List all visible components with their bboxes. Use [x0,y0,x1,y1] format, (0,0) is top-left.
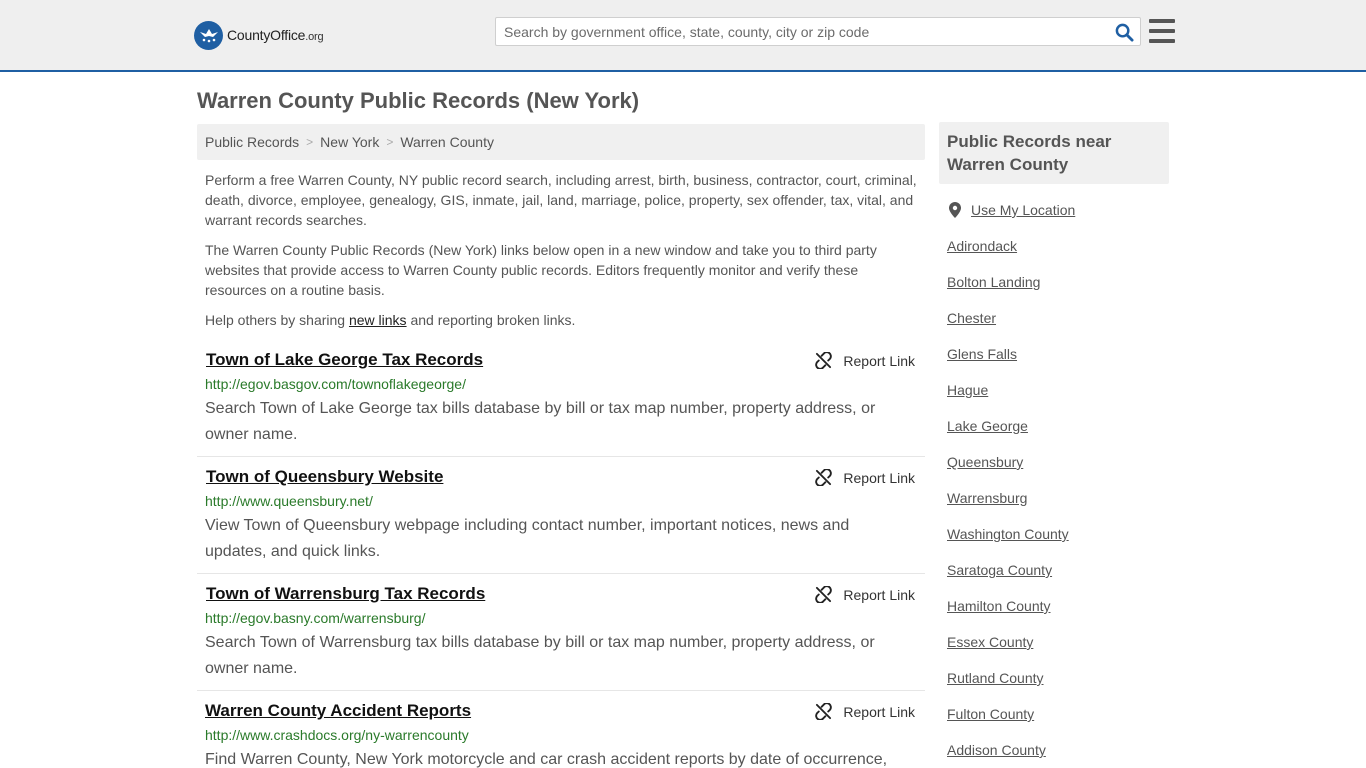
site-header: CountyOffice.org [0,0,1366,72]
intro-paragraph: Perform a free Warren County, NY public … [205,172,917,228]
map-pin-icon [949,202,961,218]
nearby-link-warrensburg[interactable]: Warrensburg [947,490,1027,506]
eagle-logo-icon [194,20,223,50]
nearby-link-rutland-county[interactable]: Rutland County [947,670,1044,686]
report-link-button[interactable]: Report Link [815,352,915,369]
record-url[interactable]: http://www.queensbury.net/ [205,493,373,509]
nearby-link-hague[interactable]: Hague [947,382,988,398]
use-my-location-link[interactable]: Use My Location [947,202,1075,218]
nearby-link-glens-falls[interactable]: Glens Falls [947,346,1017,362]
broken-link-icon [815,352,833,369]
site-search [495,17,1141,46]
nearby-link-queensbury[interactable]: Queensbury [947,454,1023,470]
breadcrumb-warren-county[interactable]: Warren County [400,134,494,150]
logo-wordmark: CountyOffice.org [227,27,324,43]
report-link-button[interactable]: Report Link [815,586,915,603]
record-title-link[interactable]: Town of Lake George Tax Records [206,350,483,370]
report-link-button[interactable]: Report Link [815,469,915,486]
record-description: View Town of Queensbury webpage includin… [205,517,850,560]
broken-link-icon [815,703,833,720]
broken-link-icon [815,469,833,486]
record-url[interactable]: http://egov.basgov.com/townoflakegeorge/ [205,376,466,392]
record-description: Find Warren County, New York motorcycle … [205,751,888,768]
record-url[interactable]: http://www.crashdocs.org/ny-warrencounty [205,727,469,743]
sidebar-title: Public Records near Warren County [939,122,1169,184]
nearby-link-chester[interactable]: Chester [947,310,996,326]
record-title-link[interactable]: Town of Queensbury Website [206,467,443,487]
record-url[interactable]: http://egov.basny.com/warrensburg/ [205,610,425,626]
search-button[interactable] [1114,22,1134,42]
page-title: Warren County Public Records (New York) [197,88,640,113]
search-icon [1115,23,1134,42]
nearby-link-washington-county[interactable]: Washington County [947,526,1069,542]
record-title-link[interactable]: Town of Warrensburg Tax Records [206,584,485,604]
breadcrumb-separator-icon: > [386,135,394,149]
breadcrumb-separator-icon: > [306,135,314,149]
breadcrumb-new-york[interactable]: New York [320,134,379,150]
nearby-link-bolton-landing[interactable]: Bolton Landing [947,274,1040,290]
search-input[interactable] [496,18,1106,45]
disclaimer-paragraph: The Warren County Public Records (New Yo… [205,242,877,298]
broken-link-icon [815,586,833,603]
breadcrumb: Public Records > New York > Warren Count… [197,124,925,160]
nearby-link-saratoga-county[interactable]: Saratoga County [947,562,1052,578]
share-paragraph: Help others by sharing new links and rep… [205,312,576,328]
nearby-link-addison-county[interactable]: Addison County [947,742,1046,758]
report-link-button[interactable]: Report Link [815,703,915,720]
new-links-link[interactable]: new links [349,312,407,328]
nearby-link-lake-george[interactable]: Lake George [947,418,1028,434]
record-item: Town of Queensbury Website Report Link h… [197,467,925,574]
breadcrumb-public-records[interactable]: Public Records [205,134,299,150]
nearby-link-adirondack[interactable]: Adirondack [947,238,1017,254]
record-title-link[interactable]: Warren County Accident Reports [205,701,471,721]
nearby-link-fulton-county[interactable]: Fulton County [947,706,1034,722]
record-item: Town of Lake George Tax Records Report L… [197,350,925,457]
nearby-link-essex-county[interactable]: Essex County [947,634,1033,650]
record-description: Search Town of Warrensburg tax bills dat… [205,634,875,677]
record-item: Warren County Accident Reports Report Li… [197,701,925,768]
site-logo[interactable]: CountyOffice.org [194,20,324,50]
record-description: Search Town of Lake George tax bills dat… [205,400,876,443]
nearby-link-hamilton-county[interactable]: Hamilton County [947,598,1051,614]
record-item: Town of Warrensburg Tax Records Report L… [197,584,925,691]
hamburger-menu-icon[interactable] [1149,19,1175,43]
